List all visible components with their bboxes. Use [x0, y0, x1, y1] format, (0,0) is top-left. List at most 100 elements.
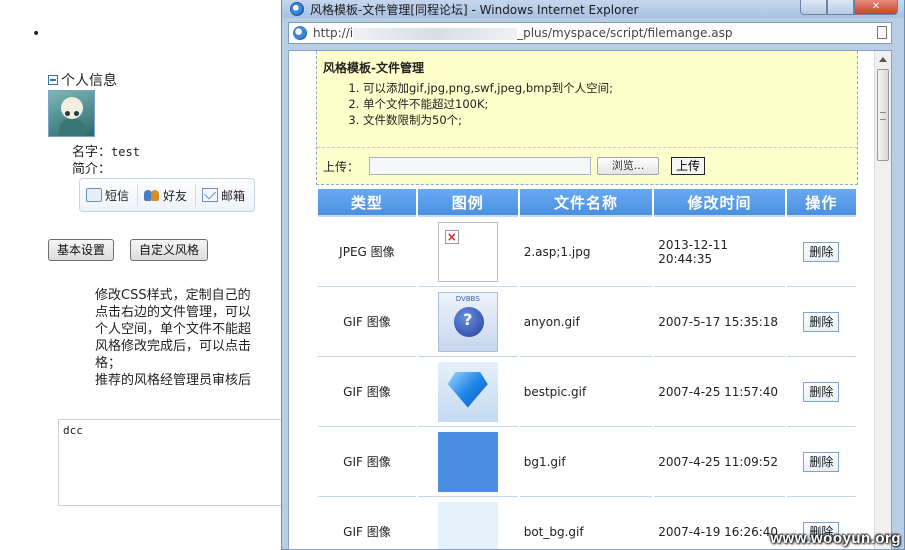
header-action: 操作 — [787, 189, 856, 217]
mailbox-link[interactable]: 邮箱 — [202, 187, 245, 204]
browse-button[interactable]: 浏览... — [597, 157, 659, 175]
notice-title: 风格模板-文件管理 — [323, 59, 857, 76]
tip-text: 格； — [95, 356, 121, 371]
mail-icon — [202, 188, 218, 202]
cell-type: JPEG 图像 — [318, 217, 416, 287]
cell-action: 删除 — [787, 287, 856, 357]
notice-panel: 风格模板-文件管理 可以添加gif,jpg,png,swf,jpeg,bmp到个… — [316, 51, 858, 185]
cell-preview — [418, 357, 518, 427]
gem-shape — [448, 372, 488, 408]
scrollbar-thumb[interactable] — [877, 69, 889, 161]
vertical-scrollbar[interactable] — [874, 51, 891, 549]
toolbar-divider — [195, 184, 196, 206]
custom-style-button[interactable]: 自定义风格 — [130, 239, 208, 261]
profile-heading: 个人信息 — [48, 70, 117, 90]
header-modified: 修改时间 — [654, 189, 784, 217]
table-header-row: 类型 图例 文件名称 修改时间 操作 — [318, 189, 856, 217]
basic-settings-button[interactable]: 基本设置 — [48, 239, 114, 261]
cell-preview: DVBBS ? — [418, 287, 518, 357]
name-value: test — [111, 145, 140, 159]
avatar-head — [61, 97, 83, 119]
cell-filename: anyon.gif — [520, 287, 653, 357]
notice-list: 可以添加gif,jpg,png,swf,jpeg,bmp到个人空间; 单个文件不… — [323, 80, 857, 128]
delete-button[interactable]: 删除 — [803, 382, 839, 402]
upload-row: 上传： 浏览... 上传 — [323, 157, 705, 175]
tip-item: 修改CSS样式，定制自己的 — [95, 287, 290, 304]
profile-heading-label: 个人信息 — [61, 70, 117, 90]
style-textarea[interactable]: dcc — [58, 419, 298, 506]
window-title: 风格模板-文件管理[同程论坛] - Windows Internet Explo… — [310, 1, 638, 18]
toolbar-divider — [137, 184, 138, 206]
cell-modified: 2007-4-19 16:26:40 — [654, 497, 784, 550]
friends-label: 好友 — [163, 187, 187, 204]
header-filename: 文件名称 — [520, 189, 653, 217]
cell-preview: × — [418, 217, 518, 287]
notice-item: 可以添加gif,jpg,png,swf,jpeg,bmp到个人空间; — [363, 80, 857, 96]
close-button[interactable] — [854, 0, 898, 15]
upload-button[interactable]: 上传 — [671, 157, 705, 175]
question-mark-icon: ? — [439, 310, 497, 329]
delete-button[interactable]: 删除 — [803, 242, 839, 262]
message-toolbar: 短信 好友 邮箱 — [79, 178, 255, 212]
tip-text: 风格修改完成后，可以点击 — [95, 339, 251, 354]
anonymous-user-icon[interactable]: DVBBS ? — [438, 292, 498, 352]
tip-item: 点击右边的文件管理，可以个人空间，单个文件不能超 — [95, 304, 290, 338]
thumb-caption: DVBBS — [439, 295, 497, 303]
profile-intro: 简介： — [72, 158, 111, 177]
watermark: www.wooyun.org — [770, 530, 901, 547]
diamond-icon[interactable] — [438, 362, 498, 422]
avatar — [48, 90, 95, 137]
avatar-eye — [65, 111, 70, 116]
scroll-up-icon[interactable] — [879, 57, 887, 62]
delete-button[interactable]: 删除 — [803, 452, 839, 472]
cell-action: 删除 — [787, 217, 856, 287]
cell-type: GIF 图像 — [318, 357, 416, 427]
ie-page-icon — [293, 26, 307, 40]
redacted-host — [353, 28, 517, 40]
table-row: GIF 图像 bg1.gif 2007-4-25 11:09:52 删除 — [318, 427, 856, 497]
friends-link[interactable]: 好友 — [144, 187, 187, 204]
tips-list: 修改CSS样式，定制自己的 点击右边的文件管理，可以个人空间，单个文件不能超 风… — [70, 287, 290, 389]
tip-text: 点击右边的文件管理，可以 — [95, 305, 251, 320]
address-bar[interactable]: http://i_plus/myspace/script/filemange.a… — [288, 22, 892, 44]
cell-filename: 2.asp;1.jpg — [520, 217, 653, 287]
file-manager-document: 风格模板-文件管理 可以添加gif,jpg,png,swf,jpeg,bmp到个… — [316, 51, 858, 550]
header-preview: 图例 — [418, 189, 518, 217]
broken-image-icon[interactable]: × — [438, 222, 498, 282]
upload-label: 上传： — [323, 158, 359, 175]
header-type: 类型 — [318, 189, 416, 217]
minimize-button[interactable] — [800, 0, 827, 15]
list-bullet: • — [32, 26, 40, 42]
blue-swatch-thumbnail[interactable] — [438, 432, 498, 492]
window-titlebar[interactable]: 风格模板-文件管理[同程论坛] - Windows Internet Explo… — [282, 0, 904, 18]
address-suffix: _plus/myspace/script/filemange.asp — [517, 26, 732, 40]
page-icon[interactable] — [877, 26, 887, 39]
sms-link[interactable]: 短信 — [86, 187, 129, 204]
cell-type: GIF 图像 — [318, 497, 416, 550]
cell-modified: 2007-4-25 11:57:40 — [654, 357, 784, 427]
cell-modified: 2007-5-17 15:35:18 — [654, 287, 784, 357]
table-row: GIF 图像 bestpic.gif 2007-4-25 11:57:40 删除 — [318, 357, 856, 427]
cell-preview — [418, 497, 518, 550]
table-row: GIF 图像 DVBBS ? anyon.gif 2007-5-17 15:35… — [318, 287, 856, 357]
pale-swatch-thumbnail[interactable] — [438, 502, 498, 550]
cell-filename: bot_bg.gif — [520, 497, 653, 550]
cell-modified: 2007-4-25 11:09:52 — [654, 427, 784, 497]
collapse-toggle-icon[interactable] — [48, 75, 58, 85]
cell-type: GIF 图像 — [318, 287, 416, 357]
avatar-eye — [74, 111, 79, 116]
cell-action: 删除 — [787, 357, 856, 427]
tip-item: 推荐的风格经管理员审核后 — [95, 372, 290, 389]
upload-file-input[interactable] — [369, 157, 591, 175]
notice-item: 文件数限制为50个; — [363, 112, 857, 128]
cell-modified: 2013-12-11 20:44:35 — [654, 217, 784, 287]
tip-item: 风格修改完成后，可以点击格； — [95, 338, 290, 372]
intro-label: 简介： — [72, 162, 111, 177]
sms-label: 短信 — [105, 187, 129, 204]
message-icon — [86, 188, 102, 202]
friends-icon — [144, 188, 160, 202]
delete-button[interactable]: 删除 — [803, 312, 839, 332]
maximize-button[interactable] — [827, 0, 854, 15]
file-table: 类型 图例 文件名称 修改时间 操作 JPEG 图像 × 2.asp;1.jpg — [316, 189, 858, 550]
window-controls — [800, 0, 898, 15]
